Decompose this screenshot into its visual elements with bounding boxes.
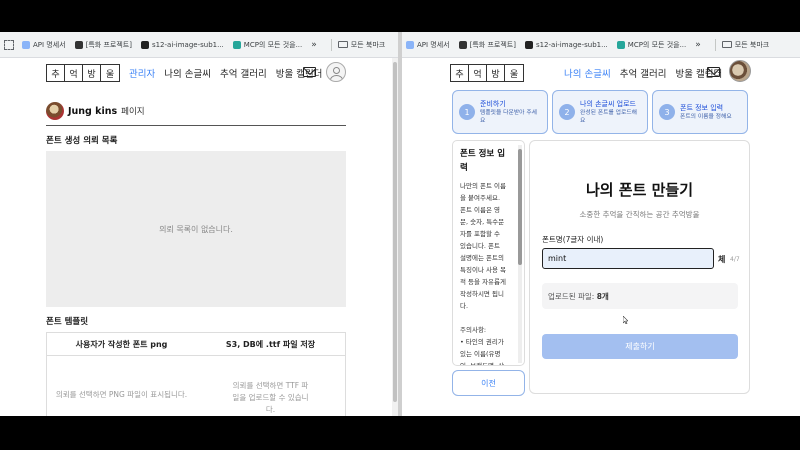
terminal-favicon-icon bbox=[524, 40, 533, 49]
bookmarks-bar: API 명세서 [특화 프로젝트] s12-ai-image-sub1... M… bbox=[402, 32, 800, 58]
uploaded-label: 업로드된 파일: bbox=[548, 292, 597, 301]
uploaded-count: 8개 bbox=[596, 292, 609, 301]
page-title: 나의 폰트 만들기 bbox=[585, 181, 694, 199]
right-browser-window: API 명세서 [특화 프로젝트] s12-ai-image-sub1... M… bbox=[402, 32, 800, 416]
nav-admin[interactable]: 관리자 bbox=[129, 66, 155, 80]
user-header: Jung kins 페이지 bbox=[46, 102, 145, 120]
all-bookmarks-button[interactable]: 모든 북마크 bbox=[721, 40, 769, 50]
nav-gallery[interactable]: 추억 갤러리 bbox=[620, 66, 667, 80]
header-divider bbox=[46, 125, 346, 126]
template-header-row: 사용자가 작성한 폰트 png S3, DB에 .ttf 파일 저장 bbox=[47, 333, 345, 356]
bookmark-s12[interactable]: s12-ai-image-sub1... bbox=[524, 40, 608, 49]
template-header-ttf: S3, DB에 .ttf 파일 저장 bbox=[225, 339, 316, 349]
left-browser-window: API 명세서 [특화 프로젝트] s12-ai-image-sub1... M… bbox=[0, 32, 398, 416]
template-header-png: 사용자가 작성한 폰트 png bbox=[75, 339, 168, 349]
site-logo[interactable]: 추억방울 bbox=[450, 64, 524, 82]
user-avatar bbox=[46, 102, 64, 120]
v-favicon-icon bbox=[232, 40, 241, 49]
bookmark-api-spec[interactable]: API 명세서 bbox=[22, 40, 66, 50]
progress-steps: 1 준비하기 템플릿을 다운받아 주세 요 2 나의 손글씨 업로드 완성된 폰트를… bbox=[452, 90, 748, 134]
page-subtitle: 소중한 추억을 간직하는 공간 추억방울 bbox=[579, 210, 700, 219]
bookmark-grid-icon[interactable] bbox=[4, 39, 14, 50]
nav-my-handwriting[interactable]: 나의 손글씨 bbox=[564, 66, 611, 80]
right-site-nav: 추억방울 나의 손글씨 추억 갤러리 방울 캘린더 bbox=[402, 58, 800, 92]
step-number: 1 bbox=[459, 104, 475, 120]
step-prepare: 1 준비하기 템플릿을 다운받아 주세 요 bbox=[452, 90, 548, 134]
template-title: 폰트 템플릿 bbox=[46, 317, 89, 327]
request-list-title: 폰트 생성 의뢰 목록 bbox=[46, 136, 118, 146]
info-body: 나만의 폰트 이름 을 붙여주세요. 폰트 이름은 영 문, 숫자, 특수문 자… bbox=[460, 182, 506, 310]
notion-favicon-icon bbox=[74, 40, 83, 49]
folder-icon bbox=[721, 41, 732, 48]
bookmarks-more-button[interactable]: » bbox=[311, 40, 317, 50]
step-desc: 폰트의 이름을 정해요 bbox=[680, 113, 732, 120]
user-page-suffix: 페이지 bbox=[121, 107, 145, 117]
uploaded-files: 업로드된 파일: 8개 bbox=[542, 283, 738, 309]
bookmarks-separator bbox=[330, 38, 332, 51]
bookmarks-separator bbox=[714, 38, 716, 51]
folder-icon bbox=[337, 41, 348, 48]
step-title: 나의 손글씨 업로드 bbox=[580, 99, 636, 108]
nav-my-handwriting[interactable]: 나의 손글씨 bbox=[164, 66, 211, 80]
char-counter: 4/7 bbox=[730, 256, 740, 263]
template-table: 사용자가 작성한 폰트 png S3, DB에 .ttf 파일 저장 의뢰를 선… bbox=[46, 332, 346, 416]
bookmark-api-spec[interactable]: API 명세서 bbox=[406, 40, 450, 50]
mail-icon[interactable] bbox=[303, 67, 316, 77]
mouse-cursor-icon bbox=[623, 316, 628, 324]
info-title: 폰트 정보 입 력 bbox=[460, 149, 506, 173]
step-number: 2 bbox=[559, 104, 575, 120]
left-scrollbar-thumb[interactable] bbox=[393, 62, 397, 402]
template-png-cell: 의뢰를 선택하면 PNG 파일이 표시됩니다. bbox=[55, 390, 188, 399]
user-body-icon bbox=[330, 75, 343, 81]
font-info-card[interactable]: 폰트 정보 입 력 나만의 폰트 이름 을 붙여주세요. 폰트 이름은 영 문,… bbox=[452, 140, 525, 366]
font-name-label: 폰트명(7글자 이내) bbox=[542, 235, 604, 244]
user-name: Jung kins bbox=[68, 105, 118, 117]
submit-button[interactable]: 제출하기 bbox=[542, 334, 738, 359]
step-text: 준비하기 템플릿을 다운받아 주세 요 bbox=[480, 100, 537, 125]
step-title: 준비하기 bbox=[480, 99, 506, 108]
step-number: 3 bbox=[659, 104, 675, 120]
step-text: 나의 손글씨 업로드 완성된 폰트를 업로드해 요 bbox=[580, 100, 637, 125]
mail-icon[interactable] bbox=[707, 67, 720, 77]
info-scrollbar-thumb[interactable] bbox=[518, 149, 522, 265]
bookmarks-bar: API 명세서 [특화 프로젝트] s12-ai-image-sub1... M… bbox=[0, 32, 398, 58]
terminal-favicon-icon bbox=[140, 40, 149, 49]
info-scrollbar[interactable] bbox=[518, 145, 522, 363]
site-logo[interactable]: 추억방울 bbox=[46, 64, 120, 82]
user-head-icon bbox=[333, 67, 340, 74]
profile-avatar[interactable] bbox=[729, 60, 751, 82]
left-site-nav: 추억방울 관리자 나의 손글씨 추억 갤러리 방울 캘린더 bbox=[0, 58, 398, 92]
step-desc: 템플릿을 다운받아 주세 요 bbox=[480, 109, 538, 124]
request-list-empty: 의뢰 목록이 없습니다. bbox=[46, 151, 346, 307]
nav-gallery[interactable]: 추억 갤러리 bbox=[220, 66, 267, 80]
bookmark-mcp[interactable]: MCP의 모든 것을... bbox=[232, 40, 302, 50]
bookmark-s12[interactable]: s12-ai-image-sub1... bbox=[140, 40, 224, 49]
nav-links: 나의 손글씨 추억 갤러리 방울 캘린더 bbox=[564, 66, 722, 80]
empty-message: 의뢰 목록이 없습니다. bbox=[159, 224, 233, 234]
info-notes: 주의사항: • 타인의 권리가 있는 이름(유명 인, 브랜드명, 상 bbox=[460, 326, 505, 366]
font-form-card: 나의 폰트 만들기 소중한 추억을 간직하는 공간 추억방울 폰트명(7글자 이… bbox=[529, 140, 750, 394]
font-name-input[interactable]: mint bbox=[542, 248, 714, 269]
notion-favicon-icon bbox=[458, 40, 467, 49]
step-text: 폰트 정보 입력 폰트의 이름을 정해요 bbox=[680, 104, 732, 121]
all-bookmarks-button[interactable]: 모든 북마크 bbox=[337, 40, 385, 50]
step-font-info: 3 폰트 정보 입력 폰트의 이름을 정해요 bbox=[652, 90, 748, 134]
v-favicon-icon bbox=[616, 40, 625, 49]
prev-button[interactable]: 이전 bbox=[452, 370, 525, 396]
bookmark-project[interactable]: [특화 프로젝트] bbox=[458, 40, 516, 50]
font-name-suffix: 체 bbox=[718, 255, 726, 264]
step-upload: 2 나의 손글씨 업로드 완성된 폰트를 업로드해 요 bbox=[552, 90, 648, 134]
nav-links: 관리자 나의 손글씨 추억 갤러리 방울 캘린더 bbox=[129, 66, 322, 80]
doc-favicon-icon bbox=[406, 40, 414, 49]
doc-favicon-icon bbox=[22, 40, 30, 49]
bookmark-project[interactable]: [특화 프로젝트] bbox=[74, 40, 132, 50]
template-ttf-cell: 의뢰를 선택하면 TTF 파 일을 업로드할 수 있습니 다. bbox=[232, 381, 309, 414]
profile-avatar[interactable] bbox=[326, 62, 346, 82]
bookmarks-more-button[interactable]: » bbox=[695, 40, 701, 50]
bookmark-mcp[interactable]: MCP의 모든 것을... bbox=[616, 40, 686, 50]
template-body-row: 의뢰를 선택하면 PNG 파일이 표시됩니다. 의뢰를 선택하면 TTF 파 일… bbox=[47, 356, 345, 416]
step-title: 폰트 정보 입력 bbox=[680, 103, 724, 112]
screen: API 명세서 [특화 프로젝트] s12-ai-image-sub1... M… bbox=[0, 32, 800, 416]
step-desc: 완성된 폰트를 업로드해 요 bbox=[580, 109, 638, 124]
